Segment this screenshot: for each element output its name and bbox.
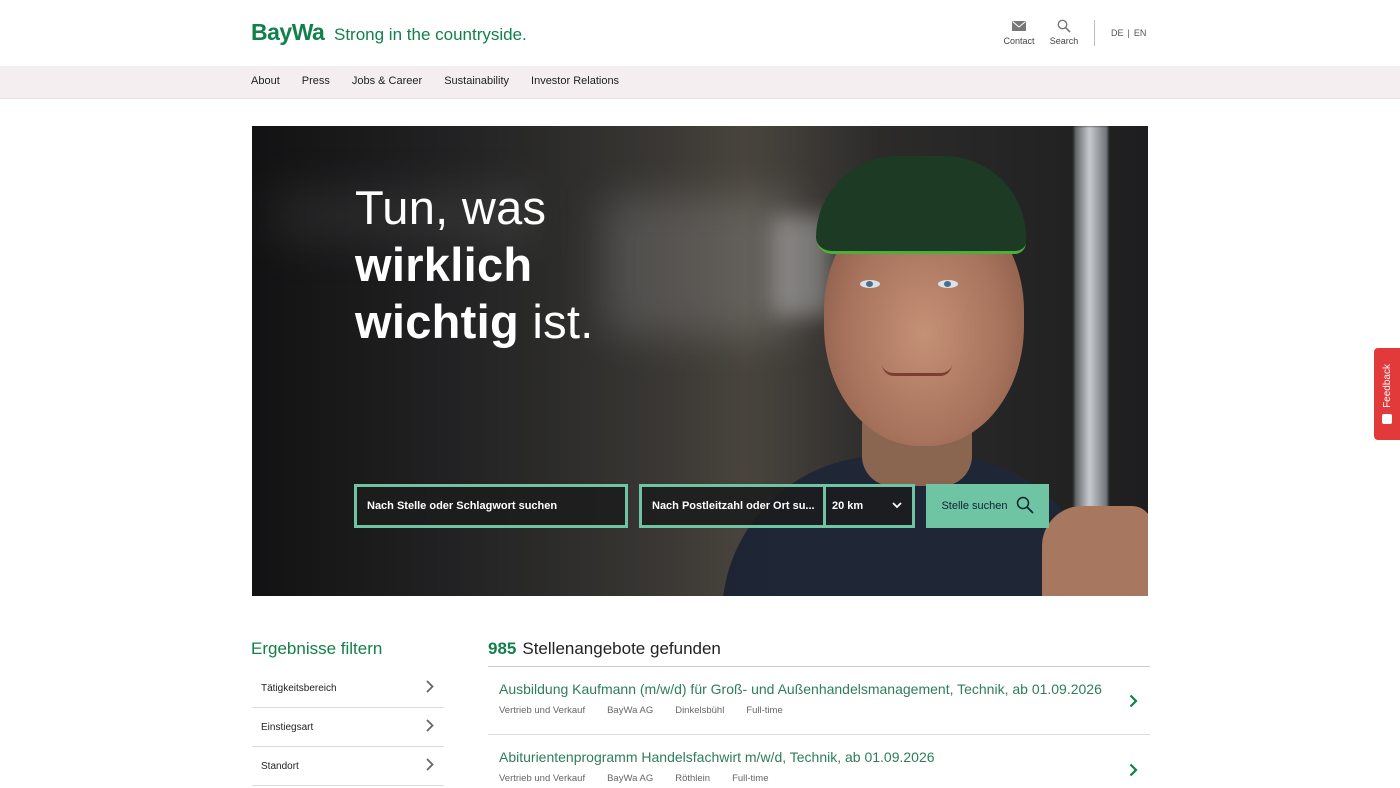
filter-item-label: Einstiegsart <box>261 721 314 733</box>
site-header: BayWa Strong in the countryside. Contact… <box>0 0 1400 66</box>
filter-title: Ergebnisse filtern <box>251 639 383 658</box>
lang-separator: | <box>1127 28 1130 38</box>
filter-item-location[interactable]: Standort <box>252 747 444 786</box>
tagline: Strong in the countryside. <box>334 25 527 44</box>
nav-item-jobs-career[interactable]: Jobs & Career <box>352 75 422 87</box>
location-search-input[interactable]: Nach Postleitzahl oder Ort su... <box>642 487 826 525</box>
filter-item-entry-type[interactable]: Einstiegsart <box>252 708 444 747</box>
chevron-right-icon <box>426 758 434 774</box>
results-heading: 985 Stellenangebote gefunden <box>488 639 721 659</box>
chevron-right-icon <box>426 719 434 735</box>
nav-item-sustainability[interactable]: Sustainability <box>444 75 509 87</box>
filter-item-activity-area[interactable]: Tätigkeitsbereich <box>252 669 444 708</box>
feedback-tab[interactable]: Feedback <box>1374 348 1400 440</box>
keyword-search-input[interactable]: Nach Stelle oder Schlagwort suchen <box>354 484 628 528</box>
chevron-right-icon <box>1129 694 1138 713</box>
lang-de[interactable]: DE <box>1111 28 1124 38</box>
headline-line-3-bold: wichtig <box>355 295 519 348</box>
hero-headline: Tun, was wirklich wichtig ist. <box>355 179 594 350</box>
search-jobs-button[interactable]: Stelle suchen <box>926 484 1049 528</box>
job-list-item[interactable]: Abiturientenprogramm Handelsfachwirt m/w… <box>488 736 1150 788</box>
headline-line-2: wirklich <box>355 238 533 291</box>
filter-item-label: Tätigkeitsbereich <box>261 682 337 694</box>
job-area: Vertrieb und Verkauf <box>499 773 586 784</box>
baywa-logo[interactable]: BayWa <box>251 19 325 46</box>
job-meta: Vertrieb und Verkauf BayWa AG Dinkelsbüh… <box>499 705 783 716</box>
job-type: Full-time <box>746 705 783 716</box>
main-nav: About Press Jobs & Career Sustainability… <box>0 66 1400 99</box>
headline-line-3-rest: ist. <box>518 295 594 348</box>
job-type: Full-time <box>732 773 769 784</box>
location-group: Nach Postleitzahl oder Ort su... 20 km <box>639 484 915 528</box>
search-jobs-label: Stelle suchen <box>941 500 1008 512</box>
search-icon <box>1016 496 1034 517</box>
results-count-label: Stellenangebote gefunden <box>522 639 721 658</box>
results-count: 985 <box>488 639 517 658</box>
nav-item-investor-relations[interactable]: Investor Relations <box>531 75 619 87</box>
job-meta: Vertrieb und Verkauf BayWa AG Röthlein F… <box>499 773 768 784</box>
radius-select[interactable]: 20 km <box>826 487 912 525</box>
filter-list: Tätigkeitsbereich Einstiegsart Standort <box>252 669 444 786</box>
chevron-right-icon <box>426 680 434 696</box>
feedback-icon <box>1382 413 1392 424</box>
contact-button[interactable]: Contact <box>1001 19 1037 46</box>
job-title[interactable]: Ausbildung Kaufmann (m/w/d) für Groß- un… <box>499 681 1102 697</box>
hero-banner: Tun, was wirklich wichtig ist. Nach Stel… <box>252 126 1148 596</box>
filter-item-label: Standort <box>261 760 299 772</box>
lang-en[interactable]: EN <box>1134 28 1147 38</box>
chevron-down-icon <box>892 500 902 512</box>
keyword-placeholder: Nach Stelle oder Schlagwort suchen <box>367 500 558 512</box>
language-switcher: DE | EN <box>1111 28 1146 38</box>
job-location: Röthlein <box>675 773 711 784</box>
headline-line-1: Tun, was <box>355 181 547 234</box>
feedback-label: Feedback <box>1381 364 1393 408</box>
search-button[interactable]: Search <box>1048 19 1080 46</box>
chevron-right-icon <box>1129 763 1138 782</box>
job-list-item[interactable]: Ausbildung Kaufmann (m/w/d) für Groß- un… <box>488 667 1150 735</box>
job-title[interactable]: Abiturientenprogramm Handelsfachwirt m/w… <box>499 749 935 765</box>
job-company: BayWa AG <box>607 773 654 784</box>
location-placeholder: Nach Postleitzahl oder Ort su... <box>652 500 815 512</box>
job-company: BayWa AG <box>607 705 654 716</box>
job-area: Vertrieb und Verkauf <box>499 705 586 716</box>
header-divider <box>1094 20 1095 46</box>
contact-label: Contact <box>1003 36 1035 46</box>
job-location: Dinkelsbühl <box>675 705 725 716</box>
search-icon <box>1056 19 1072 33</box>
envelope-icon <box>1011 19 1027 33</box>
nav-item-press[interactable]: Press <box>302 75 330 87</box>
radius-value: 20 km <box>832 500 864 512</box>
search-label: Search <box>1049 36 1079 46</box>
nav-item-about[interactable]: About <box>251 75 280 87</box>
job-search-form: Nach Stelle oder Schlagwort suchen Nach … <box>354 484 1049 528</box>
